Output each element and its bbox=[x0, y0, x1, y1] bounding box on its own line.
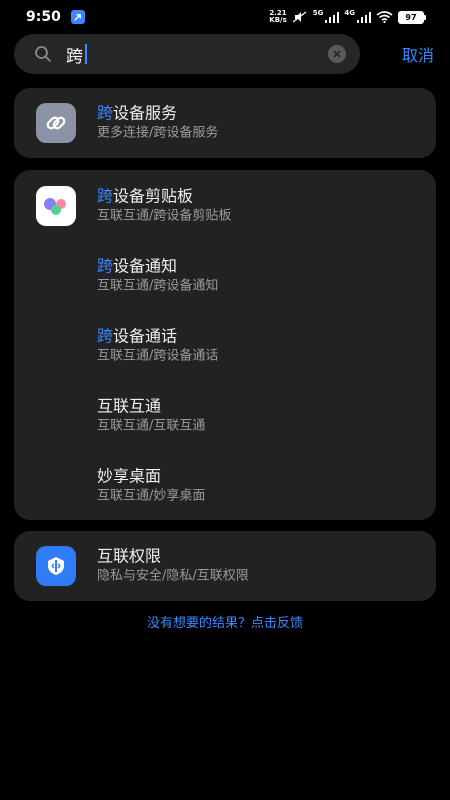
result-item-cross-device-clipboard[interactable]: 跨设备剪贴板 互联互通/跨设备剪贴板 bbox=[14, 171, 436, 241]
text-cursor bbox=[85, 44, 87, 64]
search-row: 跨 取消 bbox=[14, 34, 436, 74]
result-subtitle: 互联互通/跨设备通话 bbox=[97, 348, 219, 364]
clear-search-icon[interactable] bbox=[328, 45, 346, 63]
status-time: 9:50 bbox=[26, 9, 61, 25]
wifi-icon bbox=[376, 8, 393, 27]
notification-app-icon bbox=[70, 10, 85, 24]
result-item-interconnect[interactable]: 互联互通 互联互通/互联互通 bbox=[14, 381, 436, 451]
search-query-text: 跨 bbox=[66, 46, 83, 67]
link-icon bbox=[36, 103, 76, 143]
search-icon bbox=[34, 45, 52, 63]
result-title: 妙享桌面 bbox=[97, 466, 162, 486]
permission-shield-icon bbox=[36, 546, 76, 586]
result-item-cross-device-notification[interactable]: 跨设备通知 互联互通/跨设备通知 bbox=[14, 241, 436, 311]
result-subtitle: 互联互通/跨设备通知 bbox=[97, 278, 219, 294]
result-item-cross-device-service[interactable]: 跨设备服务 更多连接/跨设备服务 bbox=[14, 88, 436, 158]
search-input[interactable]: 跨 bbox=[66, 42, 328, 67]
clipboard-app-icon bbox=[36, 186, 76, 226]
result-item-interconnect-permission[interactable]: 互联权限 隐私与安全/隐私/互联权限 bbox=[14, 531, 436, 601]
feedback-link[interactable]: 没有想要的结果？点击反馈 bbox=[0, 612, 450, 631]
result-subtitle: 更多连接/跨设备服务 bbox=[97, 125, 219, 141]
signal-icon-1 bbox=[325, 8, 340, 27]
network-type-2: 4G bbox=[344, 8, 355, 17]
result-title: 跨设备剪贴板 bbox=[97, 186, 194, 206]
result-title: 跨设备通话 bbox=[97, 326, 178, 346]
result-card-1: 跨设备服务 更多连接/跨设备服务 bbox=[14, 88, 436, 158]
result-item-cross-device-call[interactable]: 跨设备通话 互联互通/跨设备通话 bbox=[14, 311, 436, 381]
search-box[interactable]: 跨 bbox=[14, 34, 360, 74]
status-bar: 9:50 2.21 KB/s 5G 4G 97 bbox=[0, 0, 450, 34]
result-title: 跨设备服务 bbox=[97, 103, 178, 123]
signal-icon-2 bbox=[357, 8, 371, 27]
result-subtitle: 互联互通/互联互通 bbox=[97, 418, 206, 434]
cancel-button[interactable]: 取消 bbox=[402, 42, 436, 66]
result-title: 跨设备通知 bbox=[97, 256, 178, 276]
result-subtitle: 互联互通/妙享桌面 bbox=[97, 488, 206, 504]
result-card-2: 跨设备剪贴板 互联互通/跨设备剪贴板 跨设备通知 互联互通/跨设备通知 跨设备通… bbox=[14, 170, 436, 520]
result-item-shared-desktop[interactable]: 妙享桌面 互联互通/妙享桌面 bbox=[14, 451, 436, 521]
battery-indicator: 97 bbox=[398, 10, 426, 24]
result-title: 互联互通 bbox=[97, 396, 162, 416]
network-speed: 2.21 KB/s bbox=[269, 9, 287, 24]
result-card-3: 互联权限 隐私与安全/隐私/互联权限 bbox=[14, 531, 436, 601]
result-subtitle: 隐私与安全/隐私/互联权限 bbox=[97, 568, 249, 584]
result-title: 互联权限 bbox=[97, 546, 162, 566]
result-subtitle: 互联互通/跨设备剪贴板 bbox=[97, 208, 232, 224]
mute-icon bbox=[292, 8, 308, 27]
network-type-1: 5G bbox=[312, 8, 324, 17]
